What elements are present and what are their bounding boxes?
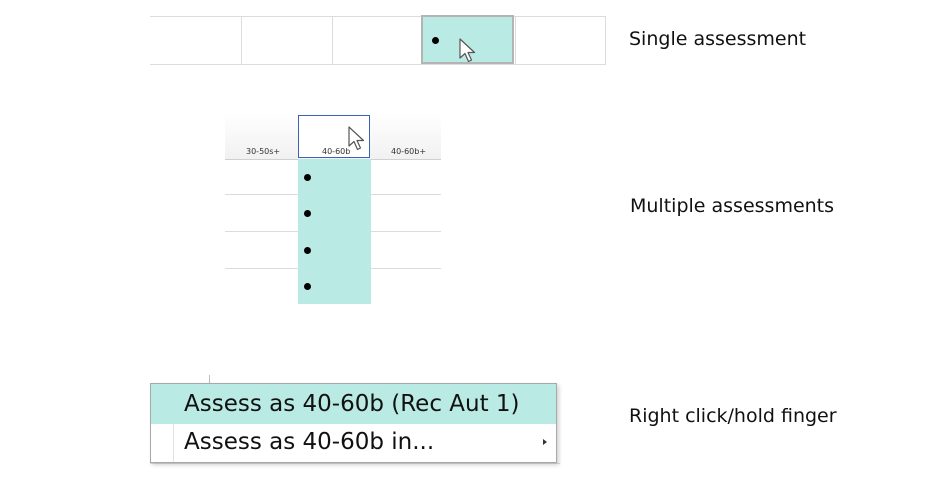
menu-item-assess[interactable]: Assess as 40-60b (Rec Aut 1) <box>151 384 556 424</box>
caption-multiple-assessments: Multiple assessments <box>630 195 835 217</box>
menu-item-assess-in-label: Assess as 40-60b in... <box>184 429 435 455</box>
menu-item-assess-in[interactable]: Assess as 40-60b in... <box>151 424 556 462</box>
selected-column[interactable] <box>298 159 371 304</box>
menu-item-assess-label: Assess as 40-60b (Rec Aut 1) <box>184 391 520 417</box>
column-header-label[interactable]: 40-60b+ <box>391 147 426 156</box>
context-menu: Assess as 40-60b (Rec Aut 1) Assess as 4… <box>150 383 557 463</box>
bullet-dot-icon <box>432 37 439 44</box>
column-header-label[interactable]: 30-50s+ <box>246 147 280 156</box>
bullet-dot-icon <box>304 283 311 290</box>
caption-single-assessment: Single assessment <box>629 28 807 50</box>
bullet-dot-icon <box>304 247 311 254</box>
single-assessment-grid <box>150 14 606 68</box>
pointer-cursor-icon <box>459 38 476 63</box>
pointer-cursor-icon <box>348 126 365 151</box>
bullet-dot-icon <box>304 210 311 217</box>
submenu-arrow-icon <box>543 439 547 445</box>
bullet-dot-icon <box>304 174 311 181</box>
caption-right-click: Right click/hold finger <box>629 405 837 427</box>
